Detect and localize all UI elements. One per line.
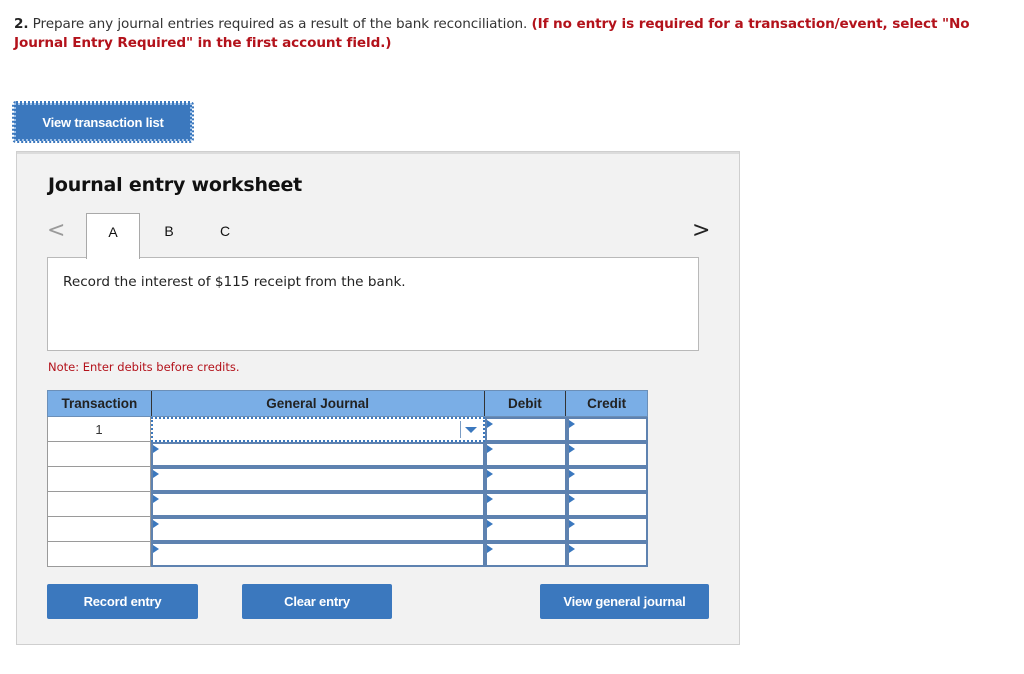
- input-flag-icon: [569, 445, 575, 453]
- table-row: [47, 442, 648, 467]
- account-input[interactable]: [151, 467, 485, 492]
- view-general-journal-button[interactable]: View general journal: [540, 584, 709, 619]
- header-credit: Credit: [587, 396, 627, 411]
- input-flag-icon: [487, 545, 493, 553]
- transaction-cell: [47, 517, 151, 542]
- input-flag-icon: [487, 445, 493, 453]
- transaction-cell: [47, 442, 151, 467]
- table-row: [47, 492, 648, 517]
- input-flag-icon: [487, 470, 493, 478]
- input-flag-icon: [487, 420, 493, 428]
- view-transaction-list-button[interactable]: View transaction list: [12, 101, 194, 143]
- input-flag-icon: [153, 470, 159, 478]
- account-input[interactable]: [151, 442, 485, 467]
- input-flag-icon: [569, 495, 575, 503]
- tab-a[interactable]: A: [86, 213, 140, 259]
- journal-entry-worksheet: Journal entry worksheet < A B C > Record…: [16, 151, 740, 645]
- header-general-journal: General Journal: [152, 391, 485, 416]
- debit-input[interactable]: [485, 517, 567, 542]
- input-flag-icon: [569, 420, 575, 428]
- table-row: [47, 542, 648, 567]
- journal-entry-table: Transaction General Journal Debit Credit…: [47, 390, 648, 567]
- input-flag-icon: [487, 520, 493, 528]
- account-input[interactable]: [151, 517, 485, 542]
- input-flag-icon: [569, 545, 575, 553]
- input-flag-icon: [569, 470, 575, 478]
- account-input[interactable]: [151, 542, 485, 567]
- credit-input[interactable]: [567, 517, 648, 542]
- transaction-description: Record the interest of $115 receipt from…: [63, 274, 406, 290]
- credit-input[interactable]: [567, 542, 648, 567]
- credit-input[interactable]: [567, 442, 648, 467]
- table-row: 1: [47, 417, 648, 442]
- account-input[interactable]: [151, 492, 485, 517]
- transaction-cell: [47, 467, 151, 492]
- header-transaction: Transaction: [48, 391, 152, 416]
- table-row: [47, 517, 648, 542]
- debit-input[interactable]: [485, 442, 567, 467]
- transaction-cell: [47, 492, 151, 517]
- input-flag-icon: [569, 520, 575, 528]
- input-flag-icon: [153, 445, 159, 453]
- debit-input[interactable]: [485, 542, 567, 567]
- question-number: 2.: [14, 16, 29, 32]
- chevron-right-icon[interactable]: >: [692, 218, 710, 243]
- debit-input[interactable]: [485, 492, 567, 517]
- transaction-description-box: Record the interest of $115 receipt from…: [47, 257, 699, 351]
- table-row: [47, 467, 648, 492]
- input-flag-icon: [487, 495, 493, 503]
- header-debit: Debit: [485, 391, 567, 416]
- tab-label: C: [219, 223, 231, 239]
- entry-note: Note: Enter debits before credits.: [48, 360, 240, 374]
- debit-input[interactable]: [485, 467, 567, 492]
- clear-entry-button[interactable]: Clear entry: [242, 584, 392, 619]
- tab-b[interactable]: B: [142, 213, 196, 257]
- input-flag-icon: [153, 545, 159, 553]
- dropdown-arrow-icon[interactable]: [460, 421, 481, 438]
- worksheet-title: Journal entry worksheet: [48, 174, 303, 196]
- input-flag-icon: [153, 520, 159, 528]
- chevron-left-icon[interactable]: <: [47, 218, 65, 243]
- debit-input[interactable]: [485, 417, 567, 442]
- input-flag-icon: [153, 495, 159, 503]
- record-entry-button[interactable]: Record entry: [47, 584, 198, 619]
- account-select[interactable]: [151, 417, 485, 442]
- table-header: Transaction General Journal Debit Credit: [47, 390, 648, 417]
- tab-label: B: [164, 223, 174, 239]
- question-text: Prepare any journal entries required as …: [28, 16, 532, 32]
- credit-input[interactable]: [567, 417, 648, 442]
- tab-c[interactable]: C: [198, 213, 252, 257]
- tab-label: A: [108, 224, 118, 240]
- credit-input[interactable]: [567, 492, 648, 517]
- transaction-cell: 1: [47, 417, 151, 442]
- credit-input[interactable]: [567, 467, 648, 492]
- question-prompt: 2. Prepare any journal entries required …: [14, 15, 1019, 53]
- transaction-cell: [47, 542, 151, 567]
